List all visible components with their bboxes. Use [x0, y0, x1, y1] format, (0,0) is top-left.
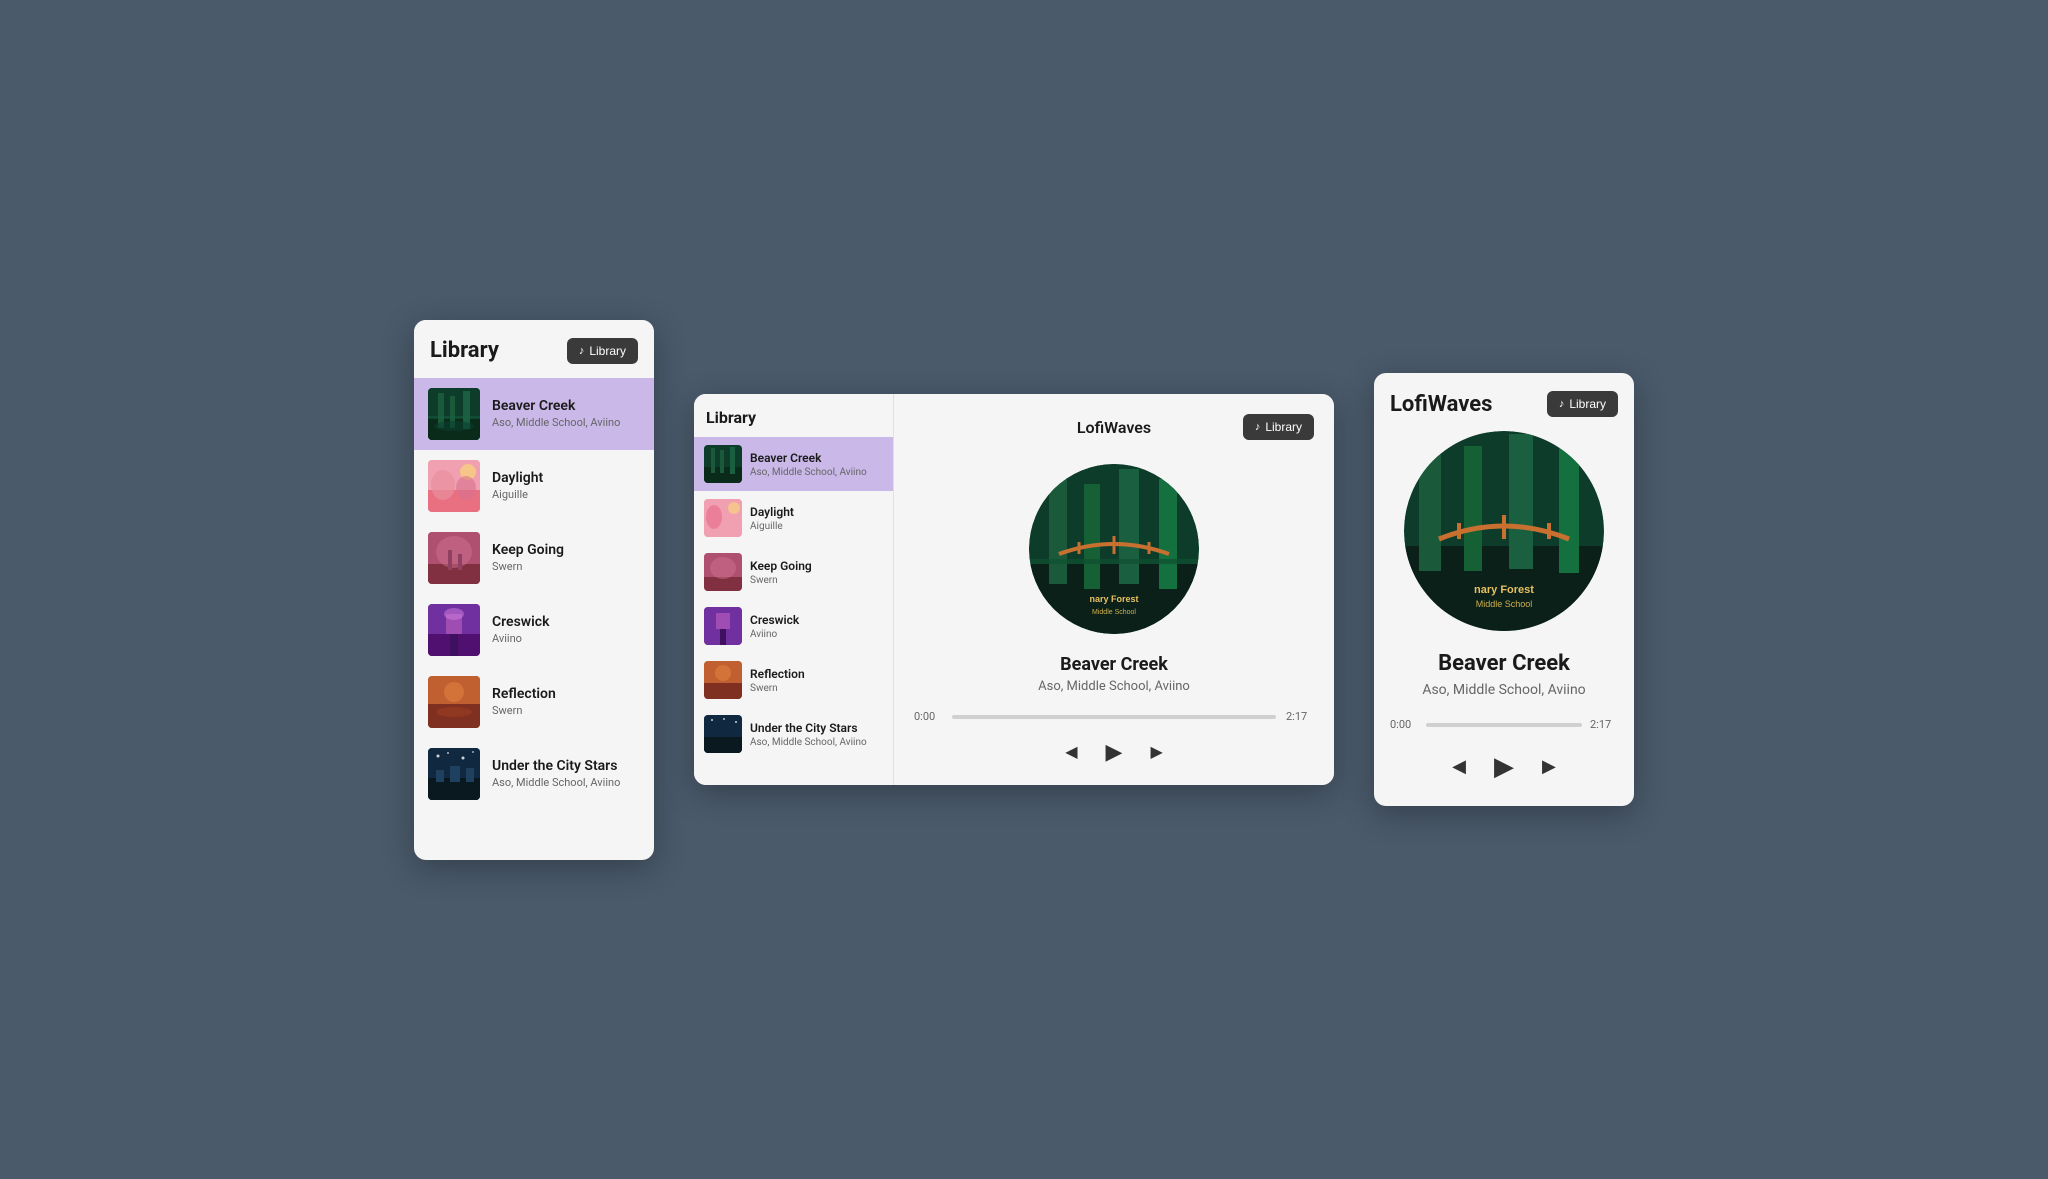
right-album-art: nary Forest Middle School — [1404, 431, 1604, 631]
now-playing-artist: Aso, Middle School, Aviino — [1038, 679, 1190, 694]
svg-text:Middle School: Middle School — [1092, 609, 1136, 616]
sidebar-thumb-keep-going — [704, 553, 742, 591]
sidebar-track-daylight[interactable]: Daylight Aiguille — [694, 491, 893, 545]
right-prev-button[interactable]: ◀ — [1452, 756, 1466, 777]
right-next-button[interactable]: ▶ — [1542, 756, 1556, 777]
left-track-item-creswick[interactable]: Creswick Aviino — [414, 594, 654, 666]
player-app-title: LofiWaves — [1077, 418, 1151, 437]
player-main-header: LofiWaves ♪ Library — [914, 414, 1314, 440]
left-thumb-reflection — [428, 676, 480, 728]
right-progress-row: 0:00 2:17 — [1390, 718, 1618, 731]
left-track-info-reflection: Reflection Swern — [492, 686, 556, 717]
left-track-info-keep-going: Keep Going Swern — [492, 542, 564, 573]
center-player-card: Library Beaver Creek — [694, 394, 1334, 785]
sidebar-track-list: Beaver Creek Aso, Middle School, Aviino … — [694, 437, 893, 761]
svg-text:Middle School: Middle School — [1476, 599, 1533, 609]
sidebar-track-beaver-creek[interactable]: Beaver Creek Aso, Middle School, Aviino — [694, 437, 893, 491]
prev-button[interactable]: ◀ — [1065, 742, 1077, 762]
right-app-title: LofiWaves — [1390, 392, 1492, 417]
left-thumb-keep-going — [428, 532, 480, 584]
music-note-icon: ♪ — [579, 345, 585, 357]
sidebar-info-daylight: Daylight Aiguille — [750, 505, 794, 532]
total-time: 2:17 — [1286, 710, 1314, 723]
left-track-item-city-stars[interactable]: Under the City Stars Aso, Middle School,… — [414, 738, 654, 810]
sidebar-info-keep-going: Keep Going Swern — [750, 559, 812, 586]
player-main: LofiWaves ♪ Library — [894, 394, 1334, 785]
current-time: 0:00 — [914, 710, 942, 723]
sidebar-header: Library — [694, 394, 893, 437]
sidebar-thumb-creswick — [704, 607, 742, 645]
left-track-item-daylight[interactable]: Daylight Aiguille — [414, 450, 654, 522]
sidebar-title: Library — [706, 408, 756, 427]
play-button[interactable]: ▶ — [1106, 739, 1123, 765]
right-player-card: LofiWaves ♪ Library — [1374, 373, 1634, 806]
progress-bar[interactable] — [952, 715, 1276, 719]
right-play-button[interactable]: ▶ — [1494, 751, 1514, 782]
next-button[interactable]: ▶ — [1150, 742, 1162, 762]
sidebar-thumb-beaver-creek — [704, 445, 742, 483]
sidebar-thumb-reflection — [704, 661, 742, 699]
left-track-item-beaver-creek[interactable]: Beaver Creek Aso, Middle School, Aviino — [414, 378, 654, 450]
left-thumb-daylight — [428, 460, 480, 512]
left-thumb-beaver-creek — [428, 388, 480, 440]
left-library-card: Library ♪ Library — [414, 320, 654, 860]
music-note-icon-right: ♪ — [1559, 398, 1565, 410]
left-track-list: Beaver Creek Aso, Middle School, Aviino … — [414, 378, 654, 810]
left-track-info-beaver-creek: Beaver Creek Aso, Middle School, Aviino — [492, 398, 620, 429]
right-card-header: LofiWaves ♪ Library — [1390, 391, 1618, 431]
right-controls: ◀ ▶ ▶ — [1452, 751, 1556, 782]
scene: Library ♪ Library — [414, 320, 1634, 860]
left-track-info-creswick: Creswick Aviino — [492, 614, 549, 645]
left-track-info-city-stars: Under the City Stars Aso, Middle School,… — [492, 758, 620, 789]
now-playing-name: Beaver Creek — [1060, 654, 1168, 675]
left-library-btn[interactable]: ♪ Library — [567, 338, 638, 364]
right-library-btn[interactable]: ♪ Library — [1547, 391, 1618, 417]
player-sidebar: Library Beaver Creek — [694, 394, 894, 785]
left-track-item-keep-going[interactable]: Keep Going Swern — [414, 522, 654, 594]
left-track-item-reflection[interactable]: Reflection Swern — [414, 666, 654, 738]
music-note-icon-center: ♪ — [1255, 421, 1261, 433]
left-track-info-daylight: Daylight Aiguille — [492, 470, 543, 501]
sidebar-info-reflection: Reflection Swern — [750, 667, 805, 694]
controls-row: ◀ ▶ ▶ — [1065, 739, 1163, 765]
right-progress-bar[interactable] — [1426, 723, 1582, 727]
sidebar-track-reflection[interactable]: Reflection Swern — [694, 653, 893, 707]
sidebar-track-creswick[interactable]: Creswick Aviino — [694, 599, 893, 653]
sidebar-thumb-daylight — [704, 499, 742, 537]
center-album-art: nary Forest Middle School — [1029, 464, 1199, 634]
sidebar-info-creswick: Creswick Aviino — [750, 613, 799, 640]
left-library-title: Library — [430, 338, 499, 363]
sidebar-info-city-stars: Under the City Stars Aso, Middle School,… — [750, 721, 867, 748]
svg-text:nary Forest: nary Forest — [1474, 584, 1534, 596]
svg-text:nary Forest: nary Forest — [1089, 594, 1138, 604]
left-thumb-creswick — [428, 604, 480, 656]
sidebar-thumb-city-stars — [704, 715, 742, 753]
right-track-artist: Aso, Middle School, Aviino — [1422, 682, 1585, 698]
sidebar-track-city-stars[interactable]: Under the City Stars Aso, Middle School,… — [694, 707, 893, 761]
sidebar-track-keep-going[interactable]: Keep Going Swern — [694, 545, 893, 599]
left-thumb-city-stars — [428, 748, 480, 800]
center-library-btn[interactable]: ♪ Library — [1243, 414, 1314, 440]
sidebar-info-beaver-creek: Beaver Creek Aso, Middle School, Aviino — [750, 451, 867, 478]
right-current-time: 0:00 — [1390, 718, 1418, 731]
right-total-time: 2:17 — [1590, 718, 1618, 731]
left-card-header: Library ♪ Library — [414, 320, 654, 378]
progress-row: 0:00 2:17 — [914, 710, 1314, 723]
right-track-name: Beaver Creek — [1438, 651, 1570, 676]
